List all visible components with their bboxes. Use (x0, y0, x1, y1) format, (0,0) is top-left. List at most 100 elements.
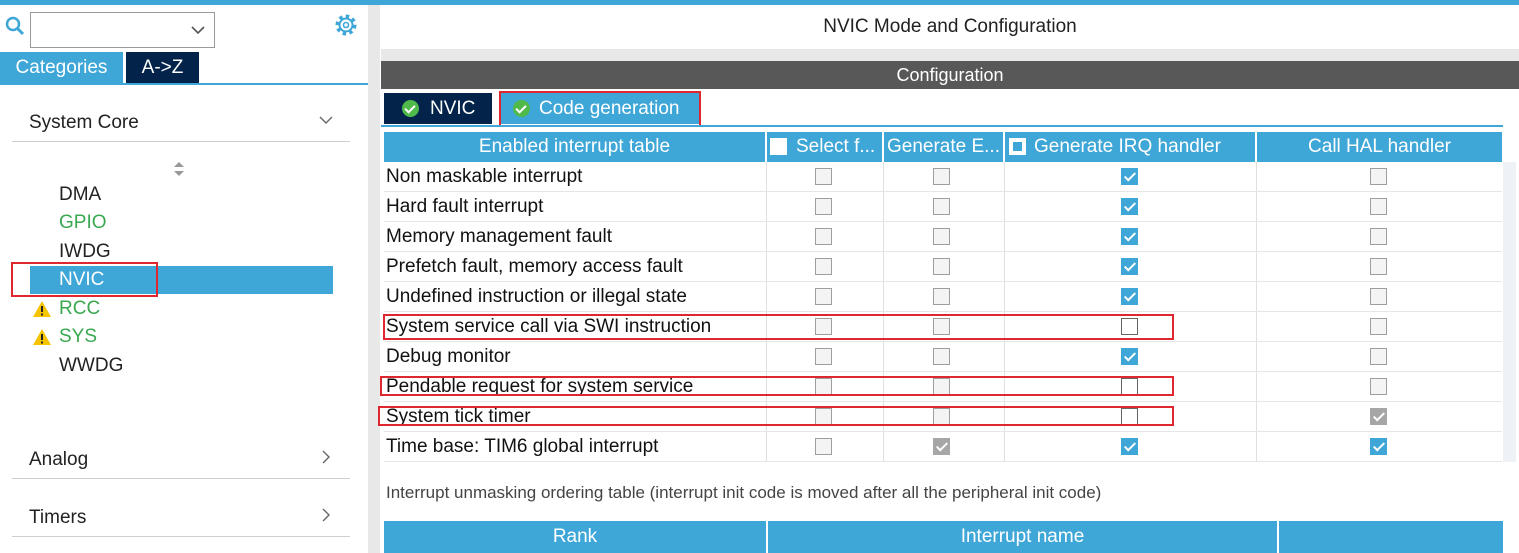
column-header-name[interactable]: Enabled interrupt table (384, 132, 765, 162)
chevron-right-icon (322, 450, 330, 464)
gear-icon[interactable] (333, 12, 359, 38)
generate-enable-checkbox[interactable] (933, 438, 950, 455)
sidebar-item-sys[interactable]: SYS (30, 323, 333, 351)
column-header-call-hal[interactable]: Call HAL handler (1257, 132, 1502, 162)
sidebar-item-rcc[interactable]: RCC (30, 295, 333, 323)
sidebar-item-label: GPIO (59, 212, 107, 233)
chevron-down-icon (319, 116, 333, 124)
table-row[interactable]: Prefetch fault, memory access fault (384, 252, 1502, 282)
column-header-label: Select f... (796, 136, 876, 157)
tab-underline (381, 125, 1503, 127)
interrupt-name-cell: Prefetch fault, memory access fault (386, 256, 683, 277)
highlight-box-pendsv-row (380, 376, 1174, 396)
call-hal-checkbox[interactable] (1370, 348, 1387, 365)
sort-icon[interactable] (173, 160, 185, 178)
select-checkbox[interactable] (815, 258, 832, 275)
sidebar-item-dma[interactable]: DMA (30, 181, 333, 209)
column-header-label: Interrupt name (960, 526, 1085, 547)
chevron-down-icon (191, 26, 205, 35)
call-hal-checkbox[interactable] (1370, 318, 1387, 335)
generate-irq-checkbox[interactable] (1121, 168, 1138, 185)
column-header-interrupt-name[interactable]: Interrupt name (768, 521, 1277, 553)
column-header-extra (1279, 521, 1503, 553)
warning-icon (33, 301, 51, 317)
interrupt-name-cell: Time base: TIM6 global interrupt (386, 436, 659, 457)
column-header-rank[interactable]: Rank (384, 521, 766, 553)
call-hal-checkbox[interactable] (1370, 168, 1387, 185)
select-checkbox[interactable] (815, 288, 832, 305)
generate-enable-checkbox[interactable] (933, 348, 950, 365)
column-header-generate-irq[interactable]: Generate IRQ handler (1005, 132, 1255, 162)
generate-irq-checkbox[interactable] (1121, 288, 1138, 305)
category-timers[interactable]: Timers (12, 495, 350, 537)
interrupt-name-cell: Undefined instruction or illegal state (386, 286, 688, 307)
tab-label: NVIC (430, 98, 476, 119)
generate-enable-checkbox[interactable] (933, 288, 950, 305)
column-header-select[interactable]: Select f... (767, 132, 882, 162)
tab-categories[interactable]: Categories (0, 52, 123, 83)
generate-irq-checkbox[interactable] (1121, 258, 1138, 275)
select-checkbox[interactable] (815, 168, 832, 185)
generate-irq-checkbox[interactable] (1121, 228, 1138, 245)
sidebar-item-gpio[interactable]: GPIO (30, 209, 333, 237)
generate-irq-checkbox[interactable] (1121, 198, 1138, 215)
sidebar-item-wwdg[interactable]: WWDG (30, 352, 333, 380)
category-label: System Core (29, 112, 139, 133)
highlight-box-code-generation (499, 91, 701, 127)
call-hal-checkbox[interactable] (1370, 438, 1387, 455)
check-circle-icon (402, 100, 419, 117)
configuration-bar: Configuration (381, 61, 1519, 89)
table-row[interactable]: Undefined instruction or illegal state (384, 282, 1502, 312)
panel-splitter[interactable] (368, 5, 380, 553)
table-row[interactable]: Memory management fault (384, 222, 1502, 252)
select-checkbox[interactable] (815, 438, 832, 455)
highlight-box-systick-row (378, 406, 1174, 426)
sidebar-item-label: SYS (59, 326, 98, 347)
generate-enable-checkbox[interactable] (933, 228, 950, 245)
table-scrollbar[interactable] (1503, 162, 1516, 462)
sidebar-item-label: IWDG (59, 241, 111, 262)
tab-underline (0, 83, 368, 85)
call-hal-checkbox[interactable] (1370, 198, 1387, 215)
interrupt-name-cell: Non maskable interrupt (386, 166, 583, 187)
call-hal-checkbox[interactable] (1370, 408, 1387, 425)
page-title: NVIC Mode and Configuration (381, 5, 1519, 49)
generate-enable-checkbox[interactable] (933, 198, 950, 215)
tab-nvic[interactable]: NVIC (384, 93, 492, 124)
sidebar-item-label: RCC (59, 298, 101, 319)
generate-irq-checkbox[interactable] (1121, 348, 1138, 365)
call-hal-checkbox[interactable] (1370, 378, 1387, 395)
column-header-label: Enabled interrupt table (478, 136, 671, 157)
sidebar-item-label: DMA (59, 184, 102, 205)
table-row[interactable]: Time base: TIM6 global interrupt (384, 432, 1502, 462)
select-checkbox[interactable] (815, 198, 832, 215)
call-hal-checkbox[interactable] (1370, 288, 1387, 305)
category-filter-dropdown[interactable] (30, 12, 215, 48)
column-header-label: Rank (552, 526, 598, 547)
select-all-checkbox[interactable] (770, 138, 787, 155)
category-label: Timers (29, 507, 87, 528)
call-hal-checkbox[interactable] (1370, 228, 1387, 245)
table-row[interactable]: Non maskable interrupt (384, 162, 1502, 192)
column-header-label: Generate E... (886, 136, 1000, 157)
interrupt-name-cell: Hard fault interrupt (386, 196, 544, 217)
column-header-generate-enable[interactable]: Generate E... (884, 132, 1003, 162)
select-checkbox[interactable] (815, 348, 832, 365)
sidebar-item-label: WWDG (59, 355, 124, 376)
column-header-label: Call HAL handler (1308, 136, 1451, 157)
category-label: Analog (29, 449, 89, 470)
select-checkbox[interactable] (815, 228, 832, 245)
search-icon[interactable] (5, 16, 25, 36)
generate-enable-checkbox[interactable] (933, 168, 950, 185)
table-row[interactable]: Debug monitor (384, 342, 1502, 372)
tab-a-z[interactable]: A->Z (126, 52, 199, 83)
call-hal-checkbox[interactable] (1370, 258, 1387, 275)
category-analog[interactable]: Analog (12, 437, 350, 479)
column-header-label: Generate IRQ handler (1034, 136, 1221, 157)
generate-enable-checkbox[interactable] (933, 258, 950, 275)
table-row[interactable]: Hard fault interrupt (384, 192, 1502, 222)
category-system-core[interactable]: System Core (12, 100, 350, 142)
generate-irq-all-checkbox[interactable] (1009, 138, 1026, 155)
warning-icon (33, 329, 51, 345)
generate-irq-checkbox[interactable] (1121, 438, 1138, 455)
